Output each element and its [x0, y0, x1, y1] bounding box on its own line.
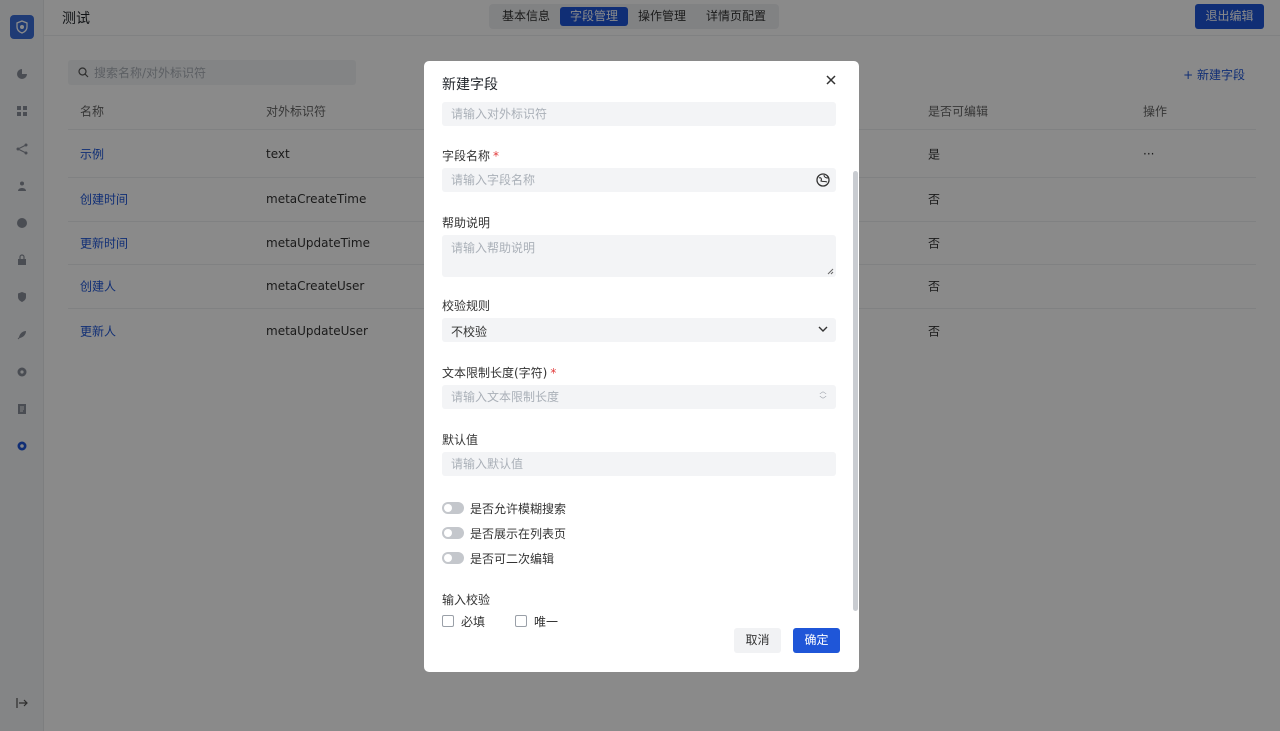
default-input[interactable]	[451, 452, 811, 476]
field-name-input[interactable]	[451, 168, 811, 192]
fuzzy-search-label: 是否允许模糊搜索	[470, 501, 567, 516]
identifier-input[interactable]	[451, 102, 811, 126]
help-label: 帮助说明	[442, 216, 491, 230]
dialog-scrollbar[interactable]	[853, 171, 858, 611]
cancel-button[interactable]: 取消	[734, 628, 781, 653]
show-in-list-switch-row: 是否展示在列表页	[442, 525, 566, 541]
translate-globe-icon[interactable]	[816, 173, 830, 187]
fuzzy-search-switch-row: 是否允许模糊搜索	[442, 500, 566, 516]
unique-checkbox-box[interactable]	[515, 615, 528, 627]
required-checkbox[interactable]: 必填	[442, 613, 485, 630]
new-field-dialog: 新建字段 字段名称* 帮助说明 校验规则 不校验 文本限制长度(字符)* ︿	[424, 61, 859, 672]
unique-checkbox-label: 唯一	[534, 614, 559, 629]
stepper-up-icon[interactable]: ︿	[819, 387, 827, 396]
identifier-field	[442, 102, 836, 126]
stepper-down-icon[interactable]: ﹀	[819, 396, 827, 405]
unique-checkbox[interactable]: 唯一	[515, 613, 558, 630]
help-textarea[interactable]	[451, 239, 811, 273]
rule-label: 校验规则	[442, 299, 491, 313]
close-icon[interactable]	[823, 73, 839, 89]
number-stepper[interactable]: ︿ ﹀	[819, 387, 827, 407]
help-field	[442, 235, 836, 277]
dialog-title: 新建字段	[442, 77, 498, 93]
field-name-field	[442, 168, 836, 192]
re-edit-switch-row: 是否可二次编辑	[442, 550, 554, 566]
validation-label: 输入校验	[442, 593, 491, 607]
show-in-list-toggle[interactable]	[442, 527, 464, 539]
show-in-list-label: 是否展示在列表页	[470, 526, 567, 541]
default-field	[442, 452, 836, 476]
length-input[interactable]	[451, 385, 811, 409]
length-field: ︿ ﹀	[442, 385, 836, 409]
dialog-body: 字段名称* 帮助说明 校验规则 不校验 文本限制长度(字符)* ︿ ﹀ 默认值	[424, 102, 859, 638]
rule-select[interactable]: 不校验	[442, 318, 836, 342]
required-checkbox-label: 必填	[461, 614, 486, 629]
re-edit-toggle[interactable]	[442, 552, 464, 564]
fuzzy-search-toggle[interactable]	[442, 502, 464, 514]
default-label: 默认值	[442, 433, 479, 447]
validation-options: 必填 唯一	[442, 613, 588, 630]
rule-select-value: 不校验	[451, 325, 488, 339]
field-name-label: 字段名称 *	[442, 149, 500, 163]
length-label: 文本限制长度(字符) *	[442, 366, 557, 380]
resize-handle-icon[interactable]	[827, 268, 834, 275]
chevron-down-icon	[818, 326, 828, 332]
confirm-button[interactable]: 确定	[793, 628, 840, 653]
required-checkbox-box[interactable]	[442, 615, 454, 627]
re-edit-label: 是否可二次编辑	[470, 551, 555, 566]
